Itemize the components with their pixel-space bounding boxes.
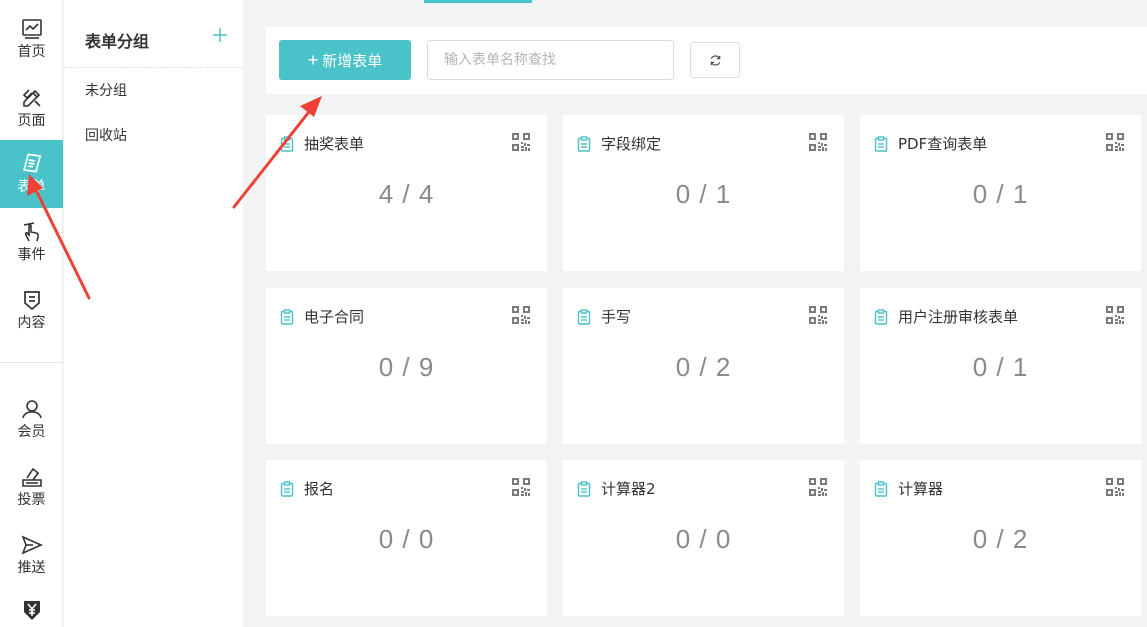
form-document-icon — [577, 136, 591, 152]
group-panel-header: 表单分组 — [64, 0, 243, 68]
form-card-title: 报名 — [304, 480, 335, 498]
form-card[interactable]: 字段绑定 0 / 1 — [563, 115, 844, 271]
form-submission-count: 0 / 2 — [675, 352, 732, 382]
form-document-icon — [874, 481, 888, 497]
main-nav: 首页 页面 表单 事件 内容 会员 投票 推送 — [0, 0, 63, 627]
plus-icon[interactable] — [211, 26, 229, 44]
refresh-button[interactable] — [690, 42, 740, 78]
touch-hand-icon — [23, 222, 39, 242]
nav-item-label: 首页 — [17, 44, 46, 60]
nav-item-push[interactable]: 推送 — [0, 529, 63, 587]
form-card[interactable]: 计算器2 0 / 0 — [563, 460, 844, 616]
form-card-title: 电子合同 — [304, 308, 365, 326]
form-submission-count: 0 / 1 — [675, 179, 732, 209]
form-card-title: 用户注册审核表单 — [898, 308, 1019, 326]
form-card[interactable]: 抽奖表单 4 / 4 — [266, 115, 547, 271]
nav-item-members[interactable]: 会员 — [0, 393, 63, 451]
nav-item-label: 事件 — [17, 247, 46, 263]
content-shield-icon — [23, 291, 40, 311]
qr-code-icon[interactable] — [809, 133, 827, 151]
search-input[interactable] — [427, 40, 674, 80]
nav-item-vote[interactable]: 投票 — [0, 461, 63, 519]
form-card-title: 字段绑定 — [601, 135, 662, 153]
form-document-icon — [577, 481, 591, 497]
nav-divider — [0, 362, 63, 363]
refresh-icon — [710, 55, 721, 66]
yen-shield-icon — [23, 601, 40, 620]
group-item-ungrouped[interactable]: 未分组 — [64, 68, 243, 114]
user-icon — [21, 400, 42, 419]
form-card[interactable]: 电子合同 0 / 9 — [266, 288, 547, 444]
form-submission-count: 0 / 9 — [378, 352, 435, 382]
form-card[interactable]: 计算器 0 / 2 — [860, 460, 1141, 616]
form-document-icon — [280, 136, 294, 152]
form-card-title: 计算器 — [898, 480, 944, 498]
form-card-title: PDF查询表单 — [898, 135, 988, 153]
chart-icon — [21, 19, 42, 39]
form-icon — [22, 153, 41, 173]
form-submission-count: 0 / 2 — [972, 524, 1029, 554]
form-submission-count: 0 / 1 — [972, 352, 1029, 382]
active-tab-indicator — [424, 0, 532, 3]
form-submission-count: 0 / 0 — [675, 524, 732, 554]
nav-item-content[interactable]: 内容 — [0, 284, 63, 342]
form-document-icon — [874, 136, 888, 152]
nav-item-label: 内容 — [17, 315, 46, 331]
form-card-title: 计算器2 — [601, 480, 656, 498]
nav-item-events[interactable]: 事件 — [0, 216, 63, 274]
form-submission-count: 0 / 1 — [972, 179, 1029, 209]
form-document-icon — [280, 481, 294, 497]
form-card[interactable]: 报名 0 / 0 — [266, 460, 547, 616]
form-document-icon — [874, 309, 888, 325]
form-card[interactable]: 用户注册审核表单 0 / 1 — [860, 288, 1141, 444]
qr-code-icon[interactable] — [512, 133, 530, 151]
toolbar: + 新增表单 — [266, 27, 1147, 94]
vote-box-icon — [21, 467, 42, 487]
form-document-icon — [577, 309, 591, 325]
form-card-title: 手写 — [601, 308, 632, 326]
nav-item-label: 投票 — [17, 492, 46, 508]
form-card-title: 抽奖表单 — [304, 135, 365, 153]
group-panel-title: 表单分组 — [85, 32, 150, 51]
qr-code-icon[interactable] — [1106, 133, 1124, 151]
form-document-icon — [280, 309, 294, 325]
nav-item-home[interactable]: 首页 — [0, 13, 63, 71]
plus-icon: + — [307, 50, 319, 70]
app-root: 首页 页面 表单 事件 内容 会员 投票 推送 表单分组 未分组 回收站 + 新… — [0, 0, 1147, 627]
qr-code-icon[interactable] — [809, 478, 827, 496]
qr-code-icon[interactable] — [512, 306, 530, 324]
nav-item-finance[interactable] — [0, 592, 63, 627]
nav-item-label: 推送 — [17, 560, 46, 576]
form-submission-count: 4 / 4 — [378, 179, 435, 209]
group-item-recycle-bin[interactable]: 回收站 — [64, 114, 243, 158]
add-form-label: 新增表单 — [322, 53, 383, 70]
nav-item-pages[interactable]: 页面 — [0, 82, 63, 140]
nav-item-forms[interactable]: 表单 — [0, 140, 63, 208]
qr-code-icon[interactable] — [1106, 478, 1124, 496]
form-submission-count: 0 / 0 — [378, 524, 435, 554]
design-tools-icon — [22, 89, 41, 107]
form-group-panel: 表单分组 未分组 回收站 — [64, 0, 243, 627]
nav-item-label: 页面 — [17, 113, 46, 129]
qr-code-icon[interactable] — [512, 478, 530, 496]
qr-code-icon[interactable] — [1106, 306, 1124, 324]
form-card[interactable]: PDF查询表单 0 / 1 — [860, 115, 1141, 271]
add-form-button[interactable]: + 新增表单 — [279, 40, 411, 80]
qr-code-icon[interactable] — [809, 306, 827, 324]
form-card[interactable]: 手写 0 / 2 — [563, 288, 844, 444]
send-icon — [21, 535, 43, 555]
nav-item-label: 表单 — [17, 179, 46, 195]
nav-item-label: 会员 — [17, 424, 46, 440]
